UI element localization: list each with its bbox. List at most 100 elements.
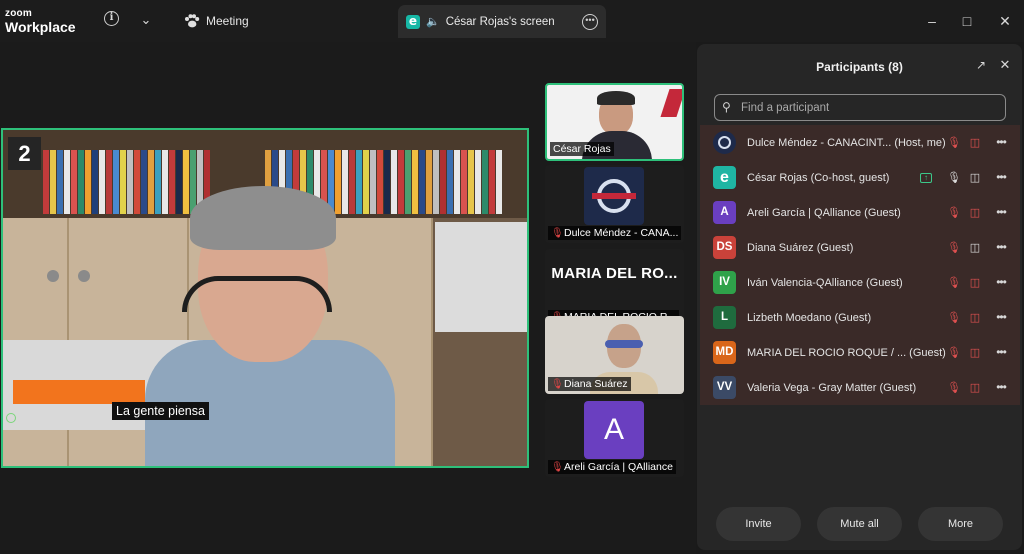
brand-top: zoom — [5, 8, 32, 19]
video-off-icon[interactable]: ◫ — [968, 206, 982, 220]
participant-row[interactable]: VV Valeria Vega - Gray Matter (Guest) 🎙 … — [700, 370, 1020, 405]
participant-list: Dulce Méndez - CANACINT... (Host, me) 🎙 … — [700, 125, 1020, 405]
close-icon[interactable]: ✕ — [998, 58, 1012, 72]
paw-icon — [185, 14, 200, 28]
meeting-button[interactable]: Meeting — [178, 8, 255, 34]
info-icon[interactable]: i — [104, 11, 119, 26]
more-options-icon[interactable]: ••• — [993, 206, 1009, 220]
minimize-icon[interactable]: – — [922, 11, 942, 31]
mic-muted-icon[interactable]: 🎙 — [947, 346, 961, 360]
more-options-icon[interactable]: ••• — [993, 136, 1009, 150]
search-input[interactable] — [741, 101, 991, 114]
headset — [182, 276, 332, 312]
mic-muted-icon: 🎙 — [551, 461, 564, 473]
participant-row[interactable]: e César Rojas (Co-host, guest) ↑ 🎙 ◫ ••• — [700, 160, 1020, 195]
mute-all-button[interactable]: Mute all — [817, 507, 902, 541]
wall-panel — [435, 222, 527, 332]
participant-avatar: VV — [713, 376, 736, 399]
thumbnail-name: César Rojas — [550, 142, 614, 156]
participant-row[interactable]: DS Diana Suárez (Guest) 🎙 ◫ ••• — [700, 230, 1020, 265]
participants-panel: Participants (8) ↗ ✕ ⚲ Dulce Méndez - CA… — [697, 44, 1022, 550]
maximize-icon[interactable]: □ — [957, 11, 977, 31]
video-stage: 2 La gente piensa César Rojas 🎙 Dulce Mé… — [0, 42, 696, 554]
video-on-icon[interactable]: ◫ — [968, 241, 982, 255]
cabinet-knob — [78, 270, 90, 282]
zoom-logo: zoom Workplace — [5, 8, 76, 35]
participant-avatar: IV — [713, 271, 736, 294]
participant-avatar: A — [713, 201, 736, 224]
participant-name: Diana Suárez (Guest) — [747, 241, 854, 254]
thumbnail-cesar-rojas[interactable]: César Rojas — [545, 83, 684, 161]
participant-row[interactable]: MD MARIA DEL ROCIO ROQUE / ... (Guest) 🎙… — [700, 335, 1020, 370]
more-options-icon[interactable]: ••• — [993, 346, 1009, 360]
participant-avatar: DS — [713, 236, 736, 259]
participant-avatar: MD — [713, 341, 736, 364]
caption-text: La gente piensa — [112, 402, 209, 420]
participant-name: Iván Valencia-QAlliance (Guest) — [747, 276, 903, 289]
mic-on-icon[interactable]: 🎙 — [947, 171, 961, 185]
thumbnail-dulce-mendez[interactable]: 🎙 Dulce Méndez - CANA... — [545, 165, 684, 243]
main-video-tile[interactable]: 2 La gente piensa — [1, 128, 529, 468]
video-off-icon[interactable]: ◫ — [968, 311, 982, 325]
video-off-icon[interactable]: ◫ — [968, 276, 982, 290]
video-off-icon[interactable]: ◫ — [968, 381, 982, 395]
mic-muted-icon[interactable]: 🎙 — [947, 206, 961, 220]
orange-sign — [13, 380, 145, 404]
speaker-icon: 🔈 — [426, 16, 440, 28]
mic-muted-icon: 🎙 — [551, 378, 564, 390]
participant-name: Dulce Méndez - CANACINT... (Host, me) — [747, 136, 946, 149]
cabinet-knob — [47, 270, 59, 282]
participant-name: Areli García | QAlliance (Guest) — [747, 206, 901, 219]
mic-muted-icon[interactable]: 🎙 — [947, 381, 961, 395]
meeting-label: Meeting — [206, 14, 249, 28]
participant-name: MARIA DEL ROCIO ROQUE / ... (Guest) — [747, 346, 946, 359]
pop-out-icon[interactable]: ↗ — [974, 58, 988, 72]
video-off-icon[interactable]: ◫ — [968, 346, 982, 360]
more-options-icon[interactable]: ••• — [993, 381, 1009, 395]
search-icon: ⚲ — [722, 100, 731, 114]
chevron-down-icon[interactable]: ⌄ — [137, 11, 155, 29]
participant-name: César Rojas (Co-host, guest) — [747, 171, 890, 184]
screen-tab-label: César Rojas's screen — [445, 15, 555, 28]
participant-avatar: L — [713, 306, 736, 329]
more-options-icon[interactable]: ••• — [993, 241, 1009, 255]
mic-muted-icon[interactable]: 🎙 — [947, 311, 961, 325]
screen-share-icon: ↑ — [920, 173, 932, 183]
more-button[interactable]: More — [918, 507, 1003, 541]
invite-button[interactable]: Invite — [716, 507, 801, 541]
more-options-icon[interactable]: ••• — [993, 276, 1009, 290]
books-left — [43, 150, 210, 214]
participant-row[interactable]: Dulce Méndez - CANACINT... (Host, me) 🎙 … — [700, 125, 1020, 160]
mic-muted-icon[interactable]: 🎙 — [947, 136, 961, 150]
participant-name: Valeria Vega - Gray Matter (Guest) — [747, 381, 917, 394]
thumbnail-name: 🎙 Areli García | QAlliance — [548, 460, 676, 474]
thumbnail-diana-suarez[interactable]: 🎙 Diana Suárez — [545, 316, 684, 394]
close-window-icon[interactable]: ✕ — [995, 11, 1015, 31]
video-on-icon[interactable]: ◫ — [968, 171, 982, 185]
more-options-icon[interactable]: ••• — [993, 311, 1009, 325]
participant-avatar: e — [713, 166, 736, 189]
brand-bottom: Workplace — [5, 19, 76, 35]
recording-icon — [6, 413, 16, 423]
speaker-hair — [190, 186, 336, 250]
video-off-icon[interactable]: ◫ — [968, 136, 982, 150]
thumbnail-name: 🎙 Diana Suárez — [548, 377, 631, 391]
participant-row[interactable]: A Areli García | QAlliance (Guest) 🎙 ◫ •… — [700, 195, 1020, 230]
more-options-icon[interactable]: ••• — [582, 13, 598, 30]
more-options-icon[interactable]: ••• — [993, 171, 1009, 185]
participant-row[interactable]: IV Iván Valencia-QAlliance (Guest) 🎙 ◫ •… — [700, 265, 1020, 300]
search-box[interactable]: ⚲ — [714, 94, 1006, 121]
screen-share-tab[interactable]: e 🔈 César Rojas's screen ••• — [398, 5, 606, 38]
areli-avatar: A — [584, 401, 644, 459]
dulce-avatar — [584, 167, 644, 225]
diana-glasses — [605, 340, 643, 348]
mic-muted-icon[interactable]: 🎙 — [947, 276, 961, 290]
participant-avatar — [713, 131, 736, 154]
thumbnail-name: 🎙 Dulce Méndez - CANA... — [548, 226, 682, 240]
tile-number: 2 — [8, 137, 41, 170]
participant-name: Lizbeth Moedano (Guest) — [747, 311, 872, 324]
thumbnail-areli-garcia[interactable]: A 🎙 Areli García | QAlliance — [545, 399, 684, 477]
thumbnail-big-name: MARIA DEL RO... — [551, 265, 678, 282]
participant-row[interactable]: L Lizbeth Moedano (Guest) 🎙 ◫ ••• — [700, 300, 1020, 335]
mic-muted-icon[interactable]: 🎙 — [947, 241, 961, 255]
